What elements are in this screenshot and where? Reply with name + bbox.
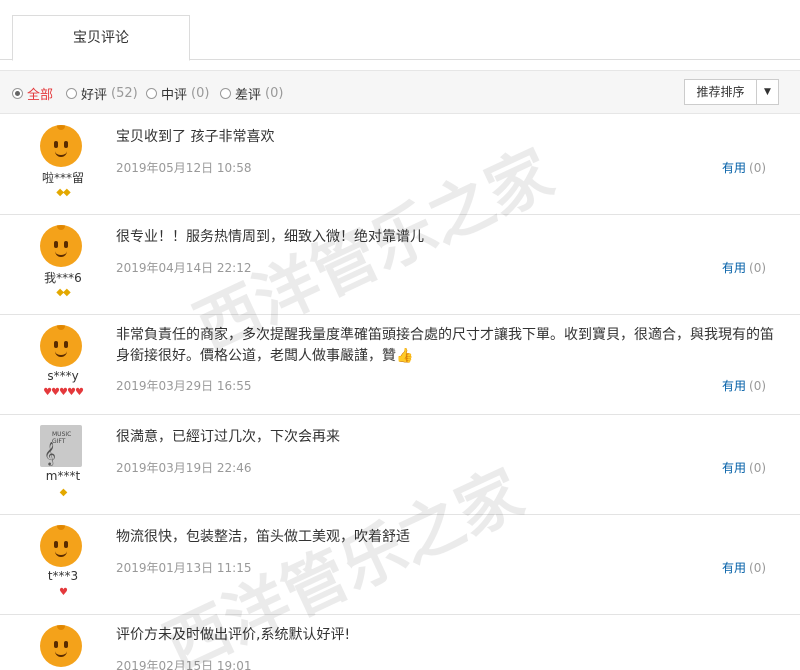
useful-label: 有用 — [722, 261, 747, 275]
useful-button[interactable]: 有用 (0) — [722, 259, 766, 276]
filter-label: 差评 — [235, 88, 262, 103]
review-item: s***y ♥♥♥♥♥ 非常負責任的商家，多次提醒我量度準確笛頭接合處的尺寸才讓… — [0, 315, 800, 415]
music-avatar-icon: MUSIC GIFT 𝄞 — [40, 425, 82, 467]
useful-count: (0) — [749, 161, 767, 175]
review-date: 2019年05月12日 10:58 — [116, 161, 252, 175]
username: t***3 — [47, 569, 79, 583]
user-avatar-icon — [40, 325, 82, 367]
username: s***y — [47, 369, 79, 383]
filter-positive[interactable]: 好评 (52) — [66, 84, 138, 103]
useful-button[interactable]: 有用 (0) — [722, 459, 766, 476]
useful-label: 有用 — [722, 379, 747, 393]
username: m***t — [45, 469, 81, 483]
useful-count: (0) — [749, 561, 767, 575]
avatar — [40, 225, 86, 271]
radio-icon — [220, 88, 231, 99]
username: 啦***留 — [41, 171, 84, 185]
avatar — [40, 525, 86, 571]
sort-dropdown[interactable]: 推荐排序 ▼ — [684, 79, 779, 105]
tab-reviews[interactable]: 宝贝评论 — [12, 15, 190, 61]
radio-icon — [146, 88, 157, 99]
avatar — [40, 625, 86, 670]
filter-count: (0) — [265, 86, 284, 101]
user-avatar-icon — [40, 125, 82, 167]
user-avatar-icon — [40, 525, 82, 567]
username: 我***6 — [44, 271, 82, 285]
level-badge-icon: ◆ — [59, 487, 68, 498]
filter-neutral[interactable]: 中评 (0) — [146, 84, 209, 103]
level-badge-icon: ♥ — [59, 587, 68, 598]
useful-button[interactable]: 有用 (0) — [722, 377, 766, 394]
avatar: MUSIC GIFT 𝄞 — [40, 425, 86, 471]
chevron-down-icon: ▼ — [764, 87, 771, 97]
review-text: 宝贝收到了 孩子非常喜欢 — [116, 129, 275, 145]
useful-label: 有用 — [722, 161, 747, 175]
useful-count: (0) — [749, 461, 767, 475]
user-avatar-icon — [40, 625, 82, 667]
filter-label: 全部 — [27, 88, 54, 103]
filter-bar: 全部 好评 (52) 中评 (0) 差评 (0) 推荐排序 ▼ — [0, 70, 800, 114]
review-date: 2019年03月19日 22:46 — [116, 461, 252, 475]
review-item: 评价方未及时做出评价,系统默认好评! 2019年02月15日 19:01 — [0, 615, 800, 670]
tab-bar: 宝贝评论 — [0, 0, 800, 61]
user-avatar-icon — [40, 225, 82, 267]
review-date: 2019年03月29日 16:55 — [116, 379, 252, 393]
filter-all[interactable]: 全部 — [12, 84, 53, 103]
useful-button[interactable]: 有用 (0) — [722, 159, 766, 176]
filter-label: 好评 — [81, 88, 108, 103]
useful-label: 有用 — [722, 461, 747, 475]
avatar — [40, 325, 86, 371]
review-text: 很満意，已經订过几次，下次会再来 — [116, 429, 340, 445]
level-badge-icon: ◆◆ — [56, 187, 70, 198]
radio-icon — [12, 88, 23, 99]
filter-label: 中评 — [161, 88, 188, 103]
useful-button[interactable]: 有用 (0) — [722, 559, 766, 576]
radio-icon — [66, 88, 77, 99]
filter-count: (0) — [191, 86, 210, 101]
avatar — [40, 125, 86, 171]
filter-count: (52) — [111, 86, 138, 101]
level-badge-icon: ♥♥♥♥♥ — [43, 387, 84, 398]
sort-label: 推荐排序 — [685, 80, 757, 104]
useful-label: 有用 — [722, 561, 747, 575]
level-badge-icon: ◆◆ — [56, 287, 70, 298]
filter-negative[interactable]: 差评 (0) — [220, 84, 283, 103]
useful-count: (0) — [749, 261, 767, 275]
useful-count: (0) — [749, 379, 767, 393]
